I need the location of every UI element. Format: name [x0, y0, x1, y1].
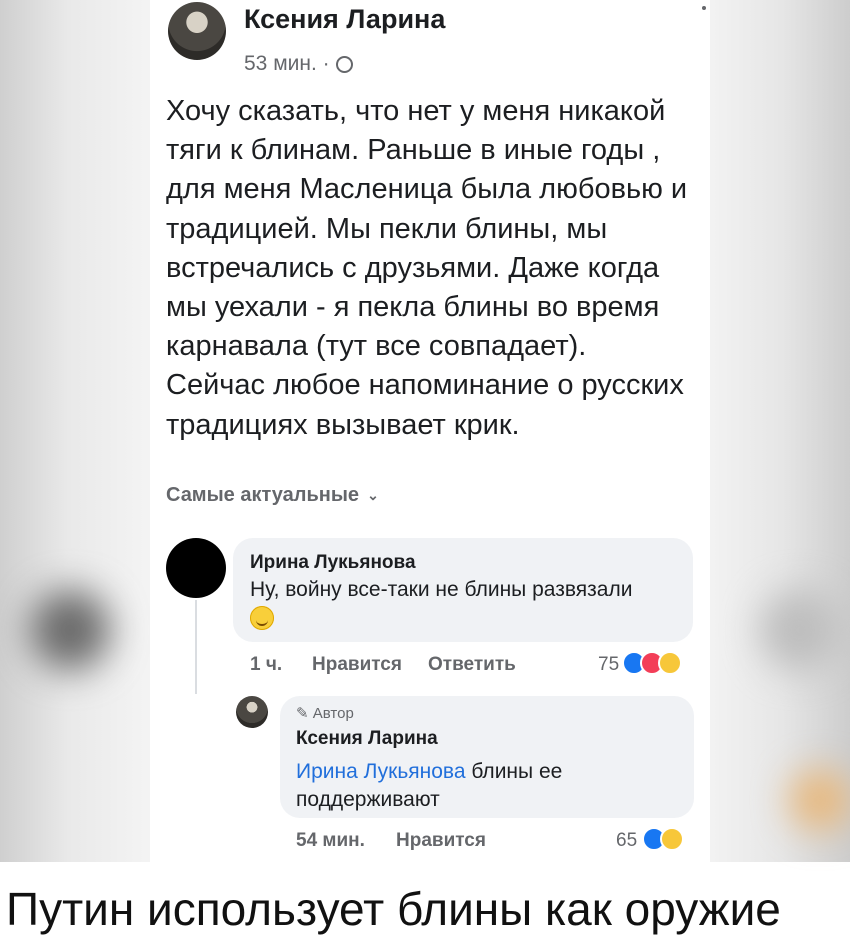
- chevron-down-icon: ⌄: [367, 487, 379, 503]
- thread-line: [195, 600, 197, 694]
- comment-text: Ну, войну все-таки не блины развязали: [250, 578, 633, 601]
- haha-reaction-icon: [658, 651, 682, 675]
- author-badge: ✎ Автор: [296, 705, 354, 722]
- sort-label: Самые актуальные: [166, 484, 360, 506]
- reply-like-button[interactable]: Нравится: [396, 830, 486, 852]
- reply-time[interactable]: 54 мин.: [296, 830, 365, 852]
- blurred-emoji-right: [790, 770, 850, 830]
- post-time[interactable]: 53 мин. ·: [244, 52, 330, 76]
- more-options-icon[interactable]: [702, 6, 706, 10]
- blurred-avatar-right: [760, 590, 840, 670]
- reply-haha-reaction-icon: [660, 827, 684, 851]
- reply-button[interactable]: Ответить: [428, 654, 516, 676]
- globe-icon: [335, 55, 353, 73]
- post-author[interactable]: Ксения Ларина: [244, 4, 445, 35]
- reply-author-avatar[interactable]: [236, 696, 268, 728]
- author-badge-label: Автор: [312, 705, 354, 722]
- blurred-avatar-left: [30, 590, 110, 670]
- comment-author[interactable]: Ирина Лукьянова: [250, 552, 416, 574]
- author-avatar[interactable]: [168, 2, 226, 60]
- meme-caption: Путин использует блины как оружие: [6, 883, 781, 935]
- reply-text: Ирина Лукьянова блины ее поддерживают: [296, 758, 676, 814]
- comment-time[interactable]: 1 ч.: [250, 654, 282, 676]
- post-meta: 53 мин. ·: [244, 52, 353, 76]
- reply-reaction-count[interactable]: 65: [616, 830, 637, 852]
- facebook-post-card: Ксения Ларина 53 мин. · Хочу сказать, чт…: [150, 0, 710, 862]
- mention-link[interactable]: Ирина Лукьянова: [296, 760, 466, 783]
- like-button[interactable]: Нравится: [312, 654, 402, 676]
- smile-emoji-icon: [250, 606, 274, 630]
- reply-author[interactable]: Ксения Ларина: [296, 728, 438, 750]
- post-text: Хочу сказать, что нет у меня никакой тяг…: [166, 95, 688, 441]
- commenter-avatar[interactable]: [166, 538, 226, 598]
- comment-sort-dropdown[interactable]: Самые актуальные ⌄: [166, 484, 379, 507]
- reaction-count[interactable]: 75: [598, 654, 619, 676]
